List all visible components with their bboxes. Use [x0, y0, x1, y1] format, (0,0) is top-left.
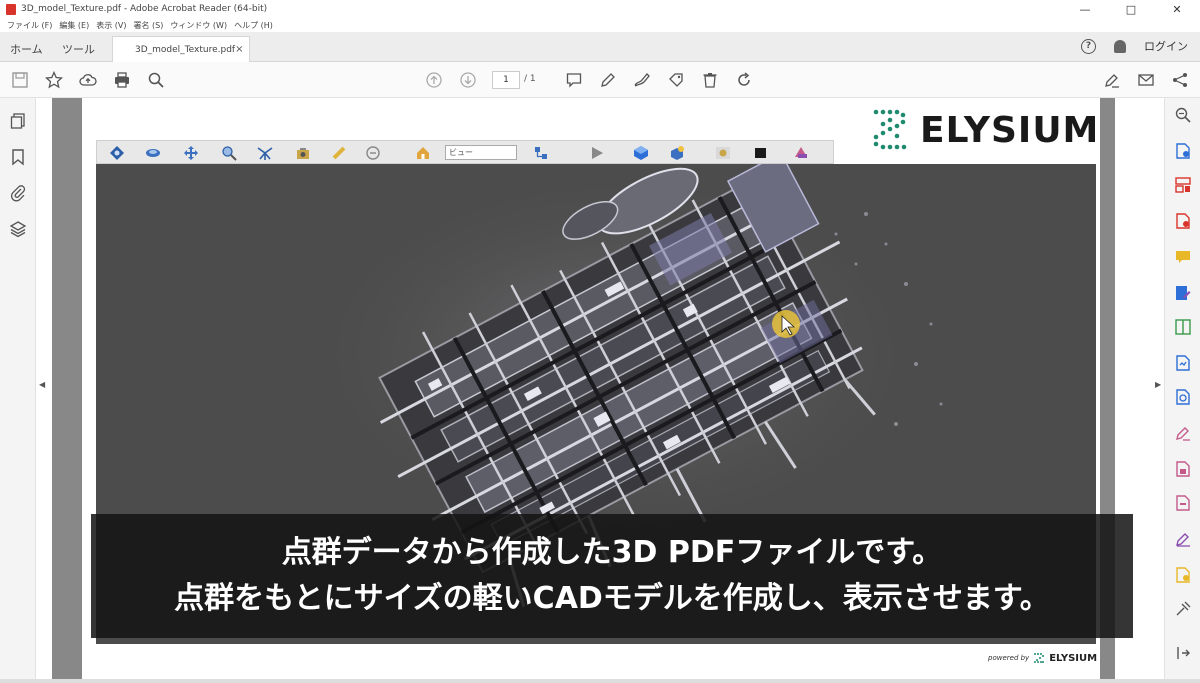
- comment-tool-icon[interactable]: [1174, 248, 1192, 266]
- attachment-icon[interactable]: [9, 184, 27, 202]
- tab-bar: ホーム ツール 3D_model_Texture.pdf × ? ログイン: [0, 32, 1200, 62]
- maximize-button[interactable]: □: [1108, 0, 1154, 18]
- subtitle-line-1: 点群データから作成した3D PDFファイルです。: [281, 535, 943, 570]
- send-for-review-icon[interactable]: [1174, 566, 1192, 584]
- sign-icon[interactable]: [632, 70, 652, 90]
- mail-icon[interactable]: [1136, 70, 1156, 90]
- 3d-color-icon[interactable]: [753, 145, 769, 161]
- menu-edit[interactable]: 編集 (E): [59, 20, 89, 31]
- 3d-background-icon[interactable]: [715, 145, 731, 161]
- elysium-small-mark-icon: [1034, 653, 1045, 663]
- combine-files-icon[interactable]: [1174, 318, 1192, 336]
- minimize-button[interactable]: —: [1062, 0, 1108, 18]
- main-toolbar: 1 / 1: [0, 62, 1200, 98]
- 3d-camera-icon[interactable]: [295, 145, 311, 161]
- collapse-left-panel-icon[interactable]: ◀: [39, 380, 45, 389]
- close-tab-icon[interactable]: ×: [235, 44, 243, 55]
- tab-document[interactable]: 3D_model_Texture.pdf ×: [112, 36, 250, 62]
- close-window-button[interactable]: ✕: [1154, 0, 1200, 18]
- previous-page-icon[interactable]: [424, 70, 444, 90]
- menu-window[interactable]: ウィンドウ (W): [170, 20, 227, 31]
- share-icon[interactable]: [1170, 70, 1190, 90]
- powered-by-logo: powered by ELYSIUM: [988, 652, 1097, 664]
- next-page-icon[interactable]: [458, 70, 478, 90]
- subtitle-line-2: 点群をもとにサイズの軽いCADモデルを作成し、表示させます。: [174, 581, 1050, 616]
- header-right: ? ログイン: [1081, 38, 1188, 54]
- 3d-play-icon[interactable]: [589, 145, 605, 161]
- more-tools-icon[interactable]: [1174, 600, 1192, 618]
- edit-pdf-icon[interactable]: [1174, 284, 1192, 302]
- comment-icon[interactable]: [564, 70, 584, 90]
- login-button[interactable]: ログイン: [1144, 38, 1188, 54]
- tab-document-label: 3D_model_Texture.pdf: [135, 44, 236, 55]
- organize-pages-icon[interactable]: [1174, 176, 1192, 194]
- 3d-fly-icon[interactable]: [257, 145, 273, 161]
- pen-icon[interactable]: [598, 70, 618, 90]
- print-icon[interactable]: [112, 70, 132, 90]
- 3d-cross-section-icon[interactable]: [793, 145, 809, 161]
- menu-view[interactable]: 表示 (V): [96, 20, 126, 31]
- search-icon[interactable]: [146, 70, 166, 90]
- stamp-icon[interactable]: [666, 70, 686, 90]
- 3d-render-mode-icon[interactable]: [633, 145, 649, 161]
- fill-sign-tool-icon[interactable]: [1174, 424, 1192, 442]
- powered-by-logo-text: ELYSIUM: [1049, 652, 1098, 664]
- tab-tools[interactable]: ツール: [62, 41, 95, 57]
- redact-icon[interactable]: [1174, 494, 1192, 512]
- 3d-pan-icon[interactable]: [183, 145, 199, 161]
- bookmark-icon[interactable]: [9, 148, 27, 166]
- menu-bar: ファイル (F) 編集 (E) 表示 (V) 署名 (S) ウィンドウ (W) …: [0, 18, 273, 32]
- 3d-spin-icon[interactable]: [145, 145, 161, 161]
- page-total: / 1: [524, 74, 536, 84]
- bottom-border: [0, 679, 1200, 683]
- protect-icon[interactable]: [1174, 460, 1192, 478]
- tab-home[interactable]: ホーム: [10, 41, 43, 57]
- 3d-rotate-icon[interactable]: [109, 145, 125, 161]
- powered-by-text: powered by: [988, 654, 1030, 662]
- 3d-lighting-icon[interactable]: [669, 145, 685, 161]
- acrobat-icon: [6, 3, 16, 15]
- 3d-zoom-icon[interactable]: [221, 145, 237, 161]
- request-signature-icon[interactable]: [1174, 530, 1192, 548]
- help-icon[interactable]: ?: [1081, 38, 1096, 54]
- elysium-logo: ELYSIUM: [870, 106, 1099, 154]
- trash-icon[interactable]: [700, 70, 720, 90]
- menu-sign[interactable]: 署名 (S): [134, 20, 164, 31]
- window-controls: — □ ✕: [1062, 0, 1200, 18]
- collapse-right-panel-icon[interactable]: ▶: [1155, 380, 1161, 389]
- 3d-toolbar: ビュー: [96, 140, 834, 164]
- bell-icon[interactable]: [1114, 39, 1126, 53]
- fill-sign-icon[interactable]: [1102, 70, 1122, 90]
- expand-panel-icon[interactable]: [1174, 644, 1192, 662]
- page-number-input[interactable]: 1: [492, 71, 520, 89]
- scan-ocr-icon[interactable]: [1174, 354, 1192, 372]
- scan-icon[interactable]: [1174, 388, 1192, 406]
- 3d-view-select[interactable]: ビュー: [445, 145, 517, 160]
- layers-icon[interactable]: [9, 220, 27, 238]
- create-pdf-icon[interactable]: [1174, 142, 1192, 160]
- pages-icon[interactable]: [9, 112, 27, 130]
- video-subtitle: 点群データから作成した3D PDFファイルです。 点群をもとにサイズの軽いCAD…: [91, 514, 1133, 638]
- export-pdf-icon[interactable]: [1174, 212, 1192, 230]
- elysium-mark-icon: [873, 109, 907, 150]
- menu-file[interactable]: ファイル (F): [7, 20, 52, 31]
- save-icon[interactable]: [10, 70, 30, 90]
- star-icon[interactable]: [44, 70, 64, 90]
- title-bar: 3D_model_Texture.pdf - Adobe Acrobat Rea…: [0, 0, 1200, 18]
- right-tools-panel: [1164, 98, 1200, 683]
- 3d-model-tree-icon[interactable]: [533, 145, 549, 161]
- rotate-icon[interactable]: [734, 70, 754, 90]
- window-title: 3D_model_Texture.pdf - Adobe Acrobat Rea…: [21, 4, 268, 14]
- zoom-tool-icon[interactable]: [1174, 106, 1192, 124]
- elysium-logo-text: ELYSIUM: [920, 109, 1100, 151]
- left-nav-panel: [0, 98, 36, 683]
- menu-help[interactable]: ヘルプ (H): [234, 20, 273, 31]
- upload-cloud-icon[interactable]: [78, 70, 98, 90]
- 3d-comment-icon[interactable]: [365, 145, 381, 161]
- 3d-measure-icon[interactable]: [331, 145, 347, 161]
- 3d-home-icon[interactable]: [415, 145, 431, 161]
